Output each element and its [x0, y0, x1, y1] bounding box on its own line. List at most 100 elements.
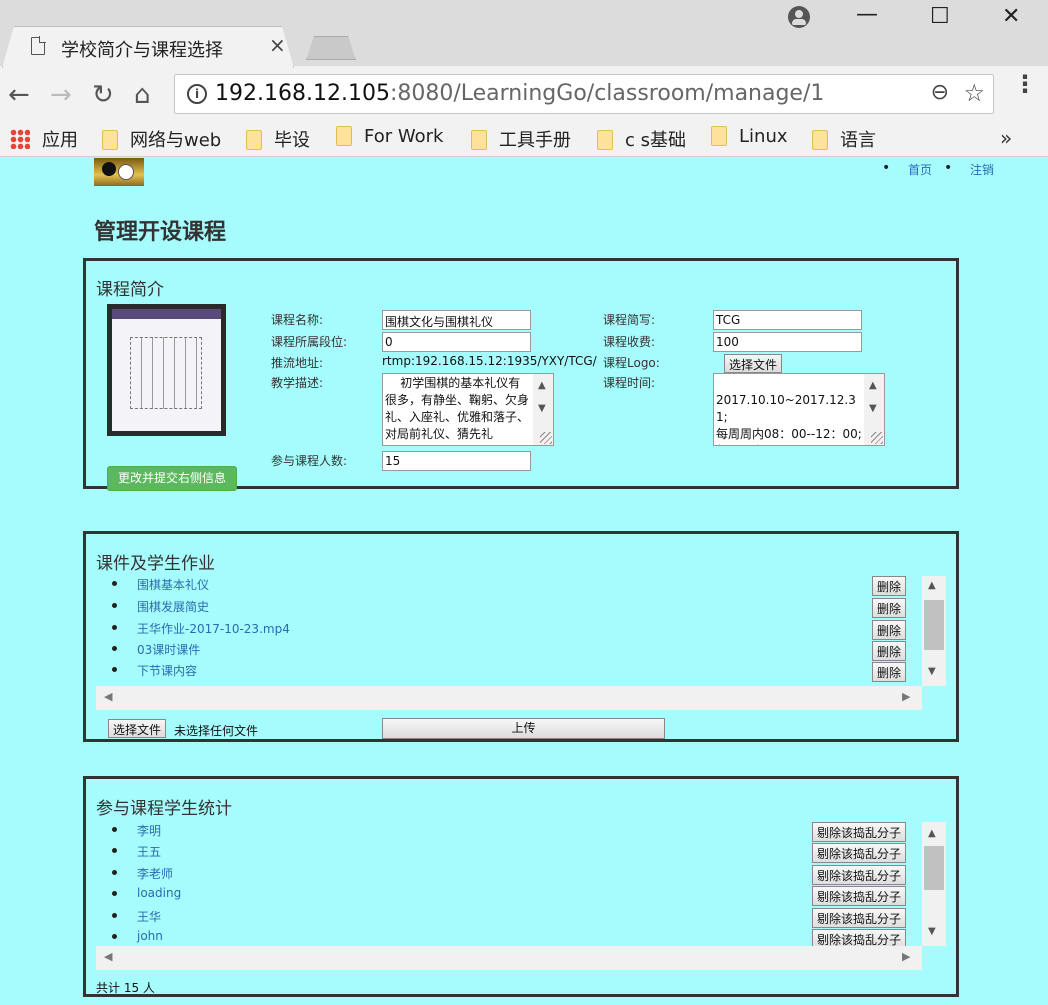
delete-button[interactable]: 删除	[872, 598, 907, 618]
course-segment-input[interactable]: 0	[382, 332, 531, 352]
scroll-down-icon[interactable]: ▼	[869, 400, 877, 417]
scroll-right-icon[interactable]: ▶	[902, 690, 910, 703]
bookmark-folder[interactable]: 工具手册	[471, 126, 571, 152]
scroll-up-icon[interactable]: ▲	[928, 828, 936, 839]
zoom-icon[interactable]: ⊖	[931, 80, 949, 105]
remove-student-button[interactable]: 剔除该捣乱分子	[812, 886, 907, 906]
students-horizontal-scrollbar[interactable]: ◀ ▶	[96, 946, 922, 970]
delete-button[interactable]: 删除	[872, 620, 907, 640]
new-tab-button[interactable]	[306, 36, 356, 60]
material-link[interactable]: 围棋发展简史	[137, 598, 209, 615]
bullet	[112, 581, 117, 586]
remove-student-button[interactable]: 剔除该捣乱分子	[812, 843, 907, 863]
reload-icon[interactable]: ↻	[92, 80, 114, 110]
home-icon[interactable]: ⌂	[134, 80, 151, 110]
course-abbr-input[interactable]: TCG	[713, 310, 862, 330]
material-link[interactable]: 围棋基本礼仪	[137, 576, 209, 593]
student-link[interactable]: 王华	[137, 908, 161, 925]
course-time-textarea[interactable]: 2017.10.10~2017.12.31; 每周周内08：00--12：00;…	[713, 373, 885, 446]
bullet	[112, 870, 117, 875]
scroll-left-icon[interactable]: ◀	[104, 950, 112, 963]
scroll-right-icon[interactable]: ▶	[902, 950, 910, 963]
course-fee-input[interactable]: 100	[713, 332, 862, 352]
upload-button[interactable]: 上传	[382, 718, 665, 739]
delete-button[interactable]: 删除	[872, 662, 907, 682]
browser-menu-icon[interactable]: ⋮	[1013, 72, 1037, 96]
material-link[interactable]: 03课时课件	[137, 641, 200, 658]
material-choose-file-button[interactable]: 选择文件	[108, 719, 167, 738]
student-link[interactable]: 王五	[137, 843, 161, 860]
material-link[interactable]: 下节课内容	[137, 662, 197, 679]
bookmark-star-icon[interactable]: ☆	[963, 79, 985, 107]
logo-choose-file-button[interactable]: 选择文件	[724, 354, 783, 373]
scroll-up-icon[interactable]: ▲	[869, 377, 877, 394]
resize-grip-icon[interactable]	[540, 432, 552, 444]
student-link[interactable]: 李老师	[137, 865, 173, 882]
remove-student-button[interactable]: 剔除该捣乱分子	[812, 908, 907, 928]
browser-tab[interactable]: 学校简介与课程选择 ×	[2, 26, 294, 68]
folder-icon	[246, 130, 262, 150]
scrollbar-thumb[interactable]	[924, 846, 944, 890]
course-name-input[interactable]: 围棋文化与围棋礼仪	[382, 310, 531, 330]
scroll-down-icon[interactable]: ▼	[928, 666, 936, 677]
bookmark-label: 语言	[840, 130, 876, 151]
tab-close-icon[interactable]: ×	[269, 33, 286, 57]
bookmark-folder[interactable]: 语言	[812, 126, 876, 152]
scroll-up-icon[interactable]: ▲	[538, 377, 546, 394]
browser-chrome: 学校简介与课程选择 × — ☐ ✕ ← → ↻ ⌂ i 192.168.12.1…	[0, 0, 1048, 157]
description-textarea[interactable]: 初学围棋的基本礼仪有很多，有静坐、鞠躬、欠身礼、入座礼、优雅和落子、对局前礼仪、…	[382, 373, 554, 446]
student-link[interactable]: loading	[137, 886, 181, 900]
course-intro-panel: 课程简介 更改并提交右侧信息 课程名称: 围棋文化与围棋礼仪 课程简写: TCG…	[83, 258, 959, 491]
bullet	[112, 848, 117, 853]
stream-address-label: 推流地址:	[271, 356, 324, 370]
tab-strip: 学校简介与课程选择 × — ☐ ✕	[0, 0, 1048, 68]
site-logo[interactable]	[94, 158, 144, 186]
delete-button[interactable]: 删除	[872, 641, 907, 661]
back-icon[interactable]: ←	[8, 80, 30, 110]
nav-bullet: •	[882, 160, 891, 176]
bookmark-folder[interactable]: c s基础	[597, 126, 686, 152]
remove-student-button[interactable]: 剔除该捣乱分子	[812, 865, 907, 885]
bullet	[112, 646, 117, 651]
minimize-icon[interactable]: —	[856, 2, 878, 27]
material-link[interactable]: 王华作业-2017-10-23.mp4	[137, 620, 290, 637]
scroll-up-icon[interactable]: ▲	[928, 580, 936, 591]
bookmark-folder[interactable]: 毕设	[246, 126, 310, 152]
student-link[interactable]: 李明	[137, 822, 161, 839]
scroll-down-icon[interactable]: ▼	[928, 926, 936, 937]
bookmark-label: 工具手册	[499, 130, 571, 151]
submit-changes-button[interactable]: 更改并提交右侧信息	[107, 466, 237, 491]
maximize-icon[interactable]: ☐	[930, 4, 950, 29]
nav-home-link[interactable]: 首页	[908, 161, 932, 178]
student-link[interactable]: john	[137, 929, 163, 943]
materials-horizontal-scrollbar[interactable]: ◀ ▶	[96, 686, 922, 710]
nav-bullet: •	[944, 160, 953, 176]
address-bar[interactable]: i 192.168.12.105:8080/LearningGo/classro…	[174, 74, 994, 114]
delete-button[interactable]: 删除	[872, 576, 907, 596]
course-time-label: 课程时间:	[603, 376, 656, 390]
bookmark-folder[interactable]: Linux	[711, 126, 788, 147]
bullet	[112, 827, 117, 832]
bookmarks-overflow-icon[interactable]: »	[1000, 126, 1012, 150]
forward-icon[interactable]: →	[50, 80, 72, 110]
scrollbar-thumb[interactable]	[924, 600, 944, 650]
description-text: 初学围棋的基本礼仪有很多，有静坐、鞠躬、欠身礼、入座礼、优雅和落子、对局前礼仪、…	[385, 376, 530, 441]
url-text[interactable]: 192.168.12.105:8080/LearningGo/classroom…	[215, 81, 824, 106]
course-fee-label: 课程收费:	[603, 335, 656, 349]
page-title: 管理开设课程	[94, 220, 227, 245]
nav-logout-link[interactable]: 注销	[970, 161, 994, 178]
resize-grip-icon[interactable]	[871, 432, 883, 444]
bookmark-folder[interactable]: 网络与web	[102, 126, 221, 152]
bookmark-label: 应用	[42, 130, 78, 151]
remove-student-button[interactable]: 剔除该捣乱分子	[812, 822, 907, 842]
participant-count-input[interactable]: 15	[382, 451, 531, 471]
scroll-down-icon[interactable]: ▼	[538, 400, 546, 417]
bookmark-apps[interactable]: 应用	[10, 126, 78, 152]
students-vertical-scrollbar[interactable]: ▲ ▼	[922, 822, 946, 946]
scroll-left-icon[interactable]: ◀	[104, 690, 112, 703]
account-icon[interactable]	[788, 6, 810, 28]
close-window-icon[interactable]: ✕	[1002, 4, 1020, 29]
info-icon[interactable]: i	[187, 84, 207, 104]
bookmark-folder[interactable]: For Work	[336, 126, 443, 147]
materials-vertical-scrollbar[interactable]: ▲ ▼	[922, 576, 946, 686]
